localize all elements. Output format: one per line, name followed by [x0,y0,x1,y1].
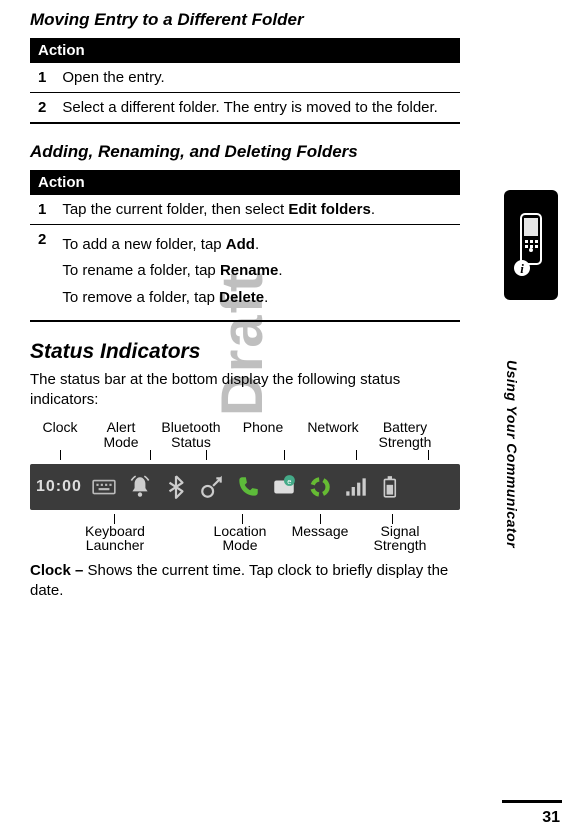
table-row: 1 Tap the current folder, then select Ed… [30,195,460,225]
step-number: 1 [30,195,54,225]
svg-text:i: i [520,261,524,276]
page-number: 31 [542,809,560,827]
section1-action-table: Action 1 Open the entry. 2 Select a diff… [30,38,460,124]
step-number: 2 [30,93,54,124]
right-sidebar: i Using Your Communicator [504,190,564,594]
status-indicators-intro: The status bar at the bottom display the… [30,370,460,411]
table-row: 1 Open the entry. [30,63,460,93]
clock-desc-bold: Clock – [30,562,88,579]
label-network: Network [296,420,370,449]
svg-text:e: e [287,476,291,485]
text-pre: To rename a folder, tap [62,262,220,279]
section2-title: Adding, Renaming, and Deleting Folders [30,142,460,162]
step-text: Select a different folder. The entry is … [54,93,460,124]
signal-strength-icon [342,473,370,501]
alert-mode-icon [126,473,154,501]
text-post: . [278,262,282,279]
phone-device-icon: i [511,210,551,280]
clock-description: Clock – Shows the current time. Tap cloc… [30,561,460,602]
ui-label-delete: Delete [219,289,264,306]
diagram-top-labels: Clock Alert Mode Bluetooth Status Phone … [30,420,460,449]
text-pre: Tap the current folder, then select [62,201,288,218]
status-bar: 10:00 e [30,464,460,510]
page-content: Moving Entry to a Different Folder Actio… [0,0,490,622]
step-number: 1 [30,63,54,93]
label-bluetooth-status: Bluetooth Status [152,420,230,449]
label-clock: Clock [30,420,90,449]
callout-lines-top [30,450,460,460]
callout-lines-bottom [30,514,460,524]
label-phone: Phone [230,420,296,449]
bluetooth-icon [162,473,190,501]
status-bar-diagram: Clock Alert Mode Bluetooth Status Phone … [30,420,460,553]
step-text: To add a new folder, tap Add. To rename … [54,225,460,321]
side-chapter-label: Using Your Communicator [504,314,520,594]
keyboard-icon [90,473,118,501]
table-row: 2 To add a new folder, tap Add. To renam… [30,225,460,321]
location-mode-icon [198,473,226,501]
text-post: . [371,201,375,218]
table-header-row: Action [30,38,460,63]
label-message: Message [280,524,360,553]
text-pre: To add a new folder, tap [62,236,225,253]
ui-label-add: Add [226,236,255,253]
text-post: . [264,289,268,306]
action-header: Action [30,170,460,195]
section2-action-table: Action 1 Tap the current folder, then se… [30,170,460,322]
clock-desc-text: Shows the current time. Tap clock to bri… [30,562,448,599]
status-indicators-heading: Status Indicators [30,340,460,364]
text-pre: To remove a folder, tap [62,289,219,306]
label-signal-strength: Signal Strength [360,524,440,553]
action-header: Action [30,38,460,63]
network-icon [306,473,334,501]
label-keyboard-launcher: Keyboard Launcher [70,524,160,553]
page-number-rule [502,800,562,803]
label-battery-strength: Battery Strength [370,420,440,449]
section1-title: Moving Entry to a Different Folder [30,10,460,30]
table-header-row: Action [30,170,460,195]
label-alert-mode: Alert Mode [90,420,152,449]
phone-icon [234,473,262,501]
step-text: Tap the current folder, then select Edit… [54,195,460,225]
label-location-mode: Location Mode [200,524,280,553]
message-icon: e [270,473,298,501]
ui-label-rename: Rename [220,262,278,279]
table-row: 2 Select a different folder. The entry i… [30,93,460,124]
step-text: Open the entry. [54,63,460,93]
statusbar-clock: 10:00 [36,478,82,496]
step-number: 2 [30,225,54,321]
battery-icon [378,473,406,501]
text-post: . [255,236,259,253]
ui-label-edit-folders: Edit folders [288,201,371,218]
diagram-bottom-labels: Keyboard Launcher Location Mode Message … [30,524,460,553]
phone-info-badge: i [504,190,558,300]
